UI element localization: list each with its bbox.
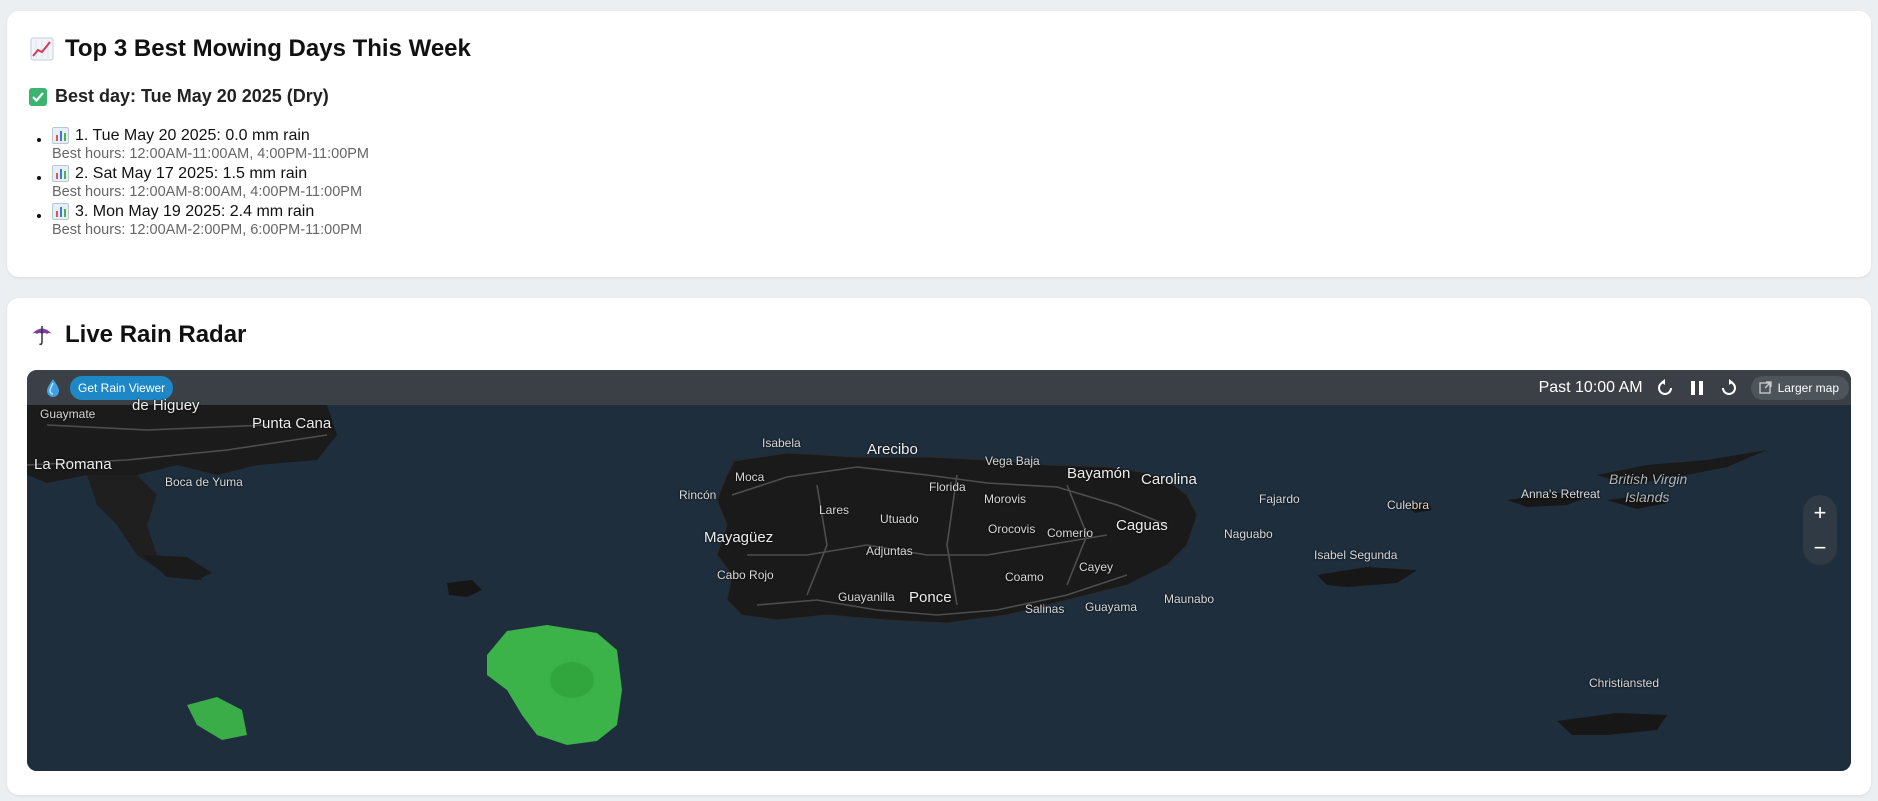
rain-radar-map[interactable]: Get Rain Viewer Past 10:00 AM Larger map	[27, 370, 1851, 771]
place-label: Coamo	[1005, 570, 1044, 584]
day-label: 1. Tue May 20 2025: 0.0 mm rain	[75, 127, 310, 144]
forward-icon[interactable]	[1719, 378, 1739, 398]
radar-title-text: Live Rain Radar	[65, 321, 247, 348]
map-canvas	[27, 405, 1851, 771]
place-label: Ponce	[909, 589, 952, 606]
place-label: British Virgin	[1609, 471, 1688, 487]
chart-increasing-icon	[29, 36, 55, 62]
place-label: Orocovis	[988, 522, 1036, 536]
place-label: de Higuey	[132, 397, 200, 414]
list-item: 1. Tue May 20 2025: 0.0 mm rain Best hou…	[52, 126, 369, 163]
list-item: 2. Sat May 17 2025: 1.5 mm rain Best hou…	[52, 164, 369, 201]
best-day-line: Best day: Tue May 20 2025 (Dry)	[29, 86, 329, 107]
external-link-icon	[1758, 381, 1772, 394]
rewind-icon[interactable]	[1655, 378, 1675, 398]
radar-title: Live Rain Radar	[29, 321, 246, 349]
place-label: Lares	[819, 503, 850, 517]
place-label: Culebra	[1387, 498, 1430, 512]
check-mark-icon	[29, 87, 47, 106]
place-label: Cayey	[1079, 560, 1114, 574]
umbrella-icon	[29, 322, 55, 348]
bar-chart-icon	[52, 127, 69, 144]
larger-map-button[interactable]: Larger map	[1750, 375, 1849, 400]
mowing-card: Top 3 Best Mowing Days This Week Best da…	[7, 11, 1871, 277]
best-hours: Best hours: 12:00AM-8:00AM, 4:00PM-11:00…	[52, 184, 363, 200]
radar-toolbar: Get Rain Viewer Past 10:00 AM Larger map	[27, 370, 1851, 405]
best-day-text: Best day: Tue May 20 2025 (Dry)	[55, 86, 329, 106]
zoom-out-button[interactable]: −	[1803, 536, 1837, 559]
bar-chart-icon	[52, 203, 69, 220]
zoom-in-button[interactable]: +	[1803, 501, 1837, 524]
place-label: Cabo Rojo	[717, 568, 774, 582]
place-label: Arecibo	[867, 441, 918, 458]
radar-controls: Past 10:00 AM Larger map	[1538, 375, 1851, 400]
mowing-title-text: Top 3 Best Mowing Days This Week	[65, 35, 471, 62]
best-hours: Best hours: 12:00AM-11:00AM, 4:00PM-11:0…	[52, 146, 370, 162]
place-label: Punta Cana	[252, 415, 332, 432]
place-label: Christiansted	[1589, 676, 1660, 690]
bar-chart-icon	[52, 165, 69, 182]
place-label: Moca	[735, 470, 765, 484]
day-label: 3. Mon May 19 2025: 2.4 mm rain	[75, 203, 315, 220]
place-label: Florida	[929, 480, 966, 494]
place-label: Isabela	[762, 436, 801, 450]
best-days-list: 1. Tue May 20 2025: 0.0 mm rain Best hou…	[29, 126, 369, 240]
place-label: Isabel Segunda	[1314, 548, 1398, 562]
day-label: 2. Sat May 17 2025: 1.5 mm rain	[75, 165, 308, 182]
place-label: Guaymate	[40, 407, 96, 421]
place-label: Mayagüez	[704, 529, 774, 546]
place-label: Fajardo	[1259, 492, 1300, 506]
place-label: Naguabo	[1224, 527, 1273, 541]
place-label: Vega Baja	[985, 454, 1040, 468]
larger-map-label: Larger map	[1777, 380, 1839, 395]
radar-time: Past 10:00 AM	[1538, 378, 1643, 396]
place-label: Utuado	[880, 512, 919, 526]
get-rain-viewer-button[interactable]: Get Rain Viewer	[70, 375, 174, 400]
rainviewer-logo-icon[interactable]	[42, 377, 64, 399]
place-label: Salinas	[1025, 602, 1065, 616]
list-item: 3. Mon May 19 2025: 2.4 mm rain Best hou…	[52, 202, 369, 239]
pause-icon[interactable]	[1687, 378, 1707, 398]
place-label: Carolina	[1141, 471, 1197, 488]
mowing-title: Top 3 Best Mowing Days This Week	[29, 35, 471, 63]
place-label: Caguas	[1116, 517, 1168, 534]
place-label: Bayamón	[1067, 465, 1131, 482]
place-label: Rincón	[679, 488, 717, 502]
place-label: Adjuntas	[866, 544, 913, 558]
place-label: La Romana	[34, 456, 112, 473]
place-label: Guayama	[1085, 600, 1138, 614]
zoom-controls: + −	[1803, 495, 1837, 565]
place-label: Guayanilla	[838, 590, 895, 604]
place-label: Maunabo	[1164, 592, 1215, 606]
place-label: Anna's Retreat	[1521, 487, 1601, 501]
place-label: Morovis	[984, 492, 1027, 506]
place-label: Comerío	[1047, 526, 1094, 540]
place-label: Boca de Yuma	[165, 475, 243, 489]
place-label: Islands	[1625, 489, 1670, 505]
best-hours: Best hours: 12:00AM-2:00PM, 6:00PM-11:00…	[52, 222, 363, 238]
